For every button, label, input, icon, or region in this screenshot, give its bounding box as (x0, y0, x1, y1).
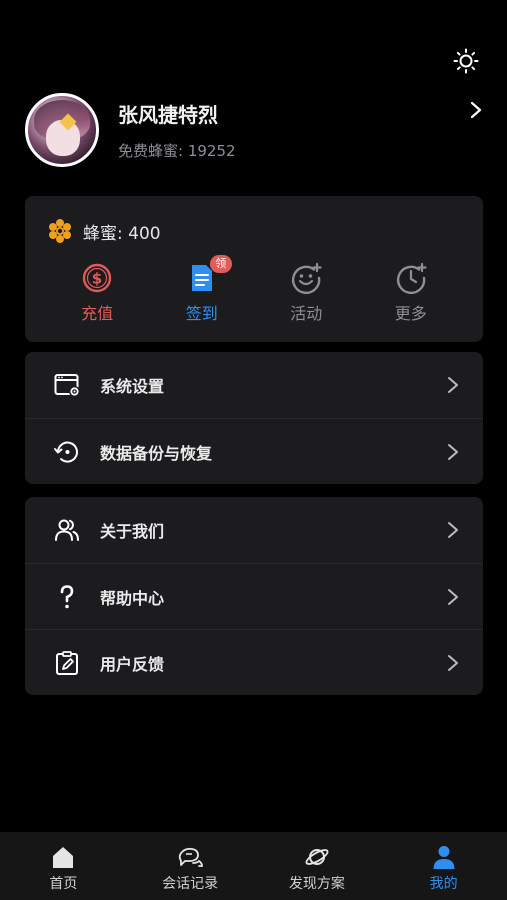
tab-label: 首页 (49, 875, 78, 892)
chevron-right-icon (448, 522, 458, 538)
tab-label: 发现方案 (288, 875, 345, 892)
smiley-plus-icon (292, 262, 322, 294)
avatar[interactable] (25, 93, 99, 167)
tab-discover[interactable]: 发现方案 (262, 844, 372, 893)
question-icon (60, 584, 74, 608)
chevron-right-icon (448, 654, 458, 671)
tab-mine[interactable]: 我的 (389, 844, 499, 893)
activity-label: 活动 (290, 304, 323, 323)
wallet-actions: $ 充值 领 签到 活动 更多 (25, 255, 483, 324)
profile-header[interactable]: 张风捷特烈 免费蜂蜜: 19252 (25, 93, 485, 168)
restore-icon (54, 441, 78, 463)
more-label: 更多 (394, 304, 427, 323)
username: 张风捷特烈 (118, 103, 218, 127)
chevron-right-icon[interactable] (469, 101, 483, 119)
checkin-label: 签到 (185, 304, 218, 323)
settings-menu: 系统设置 数据备份与恢复 (25, 352, 483, 484)
tab-home[interactable]: 首页 (8, 844, 118, 893)
free-honey-count: 免费蜂蜜: 19252 (118, 142, 236, 160)
checkin-button[interactable]: 领 签到 (167, 255, 237, 324)
activity-button[interactable]: 活动 (271, 262, 341, 324)
theme-toggle-button[interactable] (453, 48, 479, 74)
tab-label: 会话记录 (162, 875, 219, 892)
settings-window-icon (54, 374, 80, 397)
chevron-right-icon (448, 443, 458, 460)
feedback-clipboard-icon (56, 650, 78, 675)
clock-plus-icon (396, 262, 427, 294)
honey-balance-label: 蜂蜜: 400 (83, 223, 161, 244)
planet-icon (305, 848, 329, 865)
sun-icon (453, 48, 479, 74)
menu-item-user-feedback[interactable]: 用户反馈 (25, 629, 483, 695)
menu-item-label: 用户反馈 (100, 654, 165, 674)
home-icon (53, 846, 74, 868)
bottom-tab-bar: 首页 会话记录 发现方案 我的 (0, 832, 507, 900)
menu-item-help-center[interactable]: 帮助中心 (25, 563, 483, 629)
tab-label: 我的 (429, 875, 458, 892)
honey-balance: 蜂蜜: 400 (47, 218, 161, 244)
menu-item-label: 关于我们 (100, 522, 165, 541)
recharge-button[interactable]: $ 充值 (62, 262, 132, 324)
dollar-circle-icon: $ (83, 263, 112, 293)
tab-chat-history[interactable]: 会话记录 (135, 844, 245, 893)
user-icon (433, 845, 455, 869)
chevron-right-icon (448, 588, 458, 605)
info-menu: 关于我们 帮助中心 用户反馈 (25, 497, 483, 695)
checkin-badge: 领 (209, 255, 232, 273)
chat-bubbles-icon (178, 847, 204, 867)
svg-text:$: $ (92, 270, 102, 288)
honeycomb-icon (49, 219, 71, 243)
users-icon (55, 519, 79, 541)
wallet-card: 蜂蜜: 400 $ 充值 领 签到 活动 更多 (25, 196, 483, 342)
menu-item-label: 数据备份与恢复 (100, 443, 213, 463)
menu-item-system-settings[interactable]: 系统设置 (25, 352, 483, 418)
chevron-right-icon (448, 377, 458, 393)
menu-item-data-backup[interactable]: 数据备份与恢复 (25, 418, 483, 484)
more-button[interactable]: 更多 (376, 262, 446, 324)
recharge-label: 充值 (81, 304, 114, 323)
menu-item-label: 帮助中心 (100, 588, 165, 608)
menu-item-about-us[interactable]: 关于我们 (25, 497, 483, 563)
menu-item-label: 系统设置 (100, 377, 165, 396)
